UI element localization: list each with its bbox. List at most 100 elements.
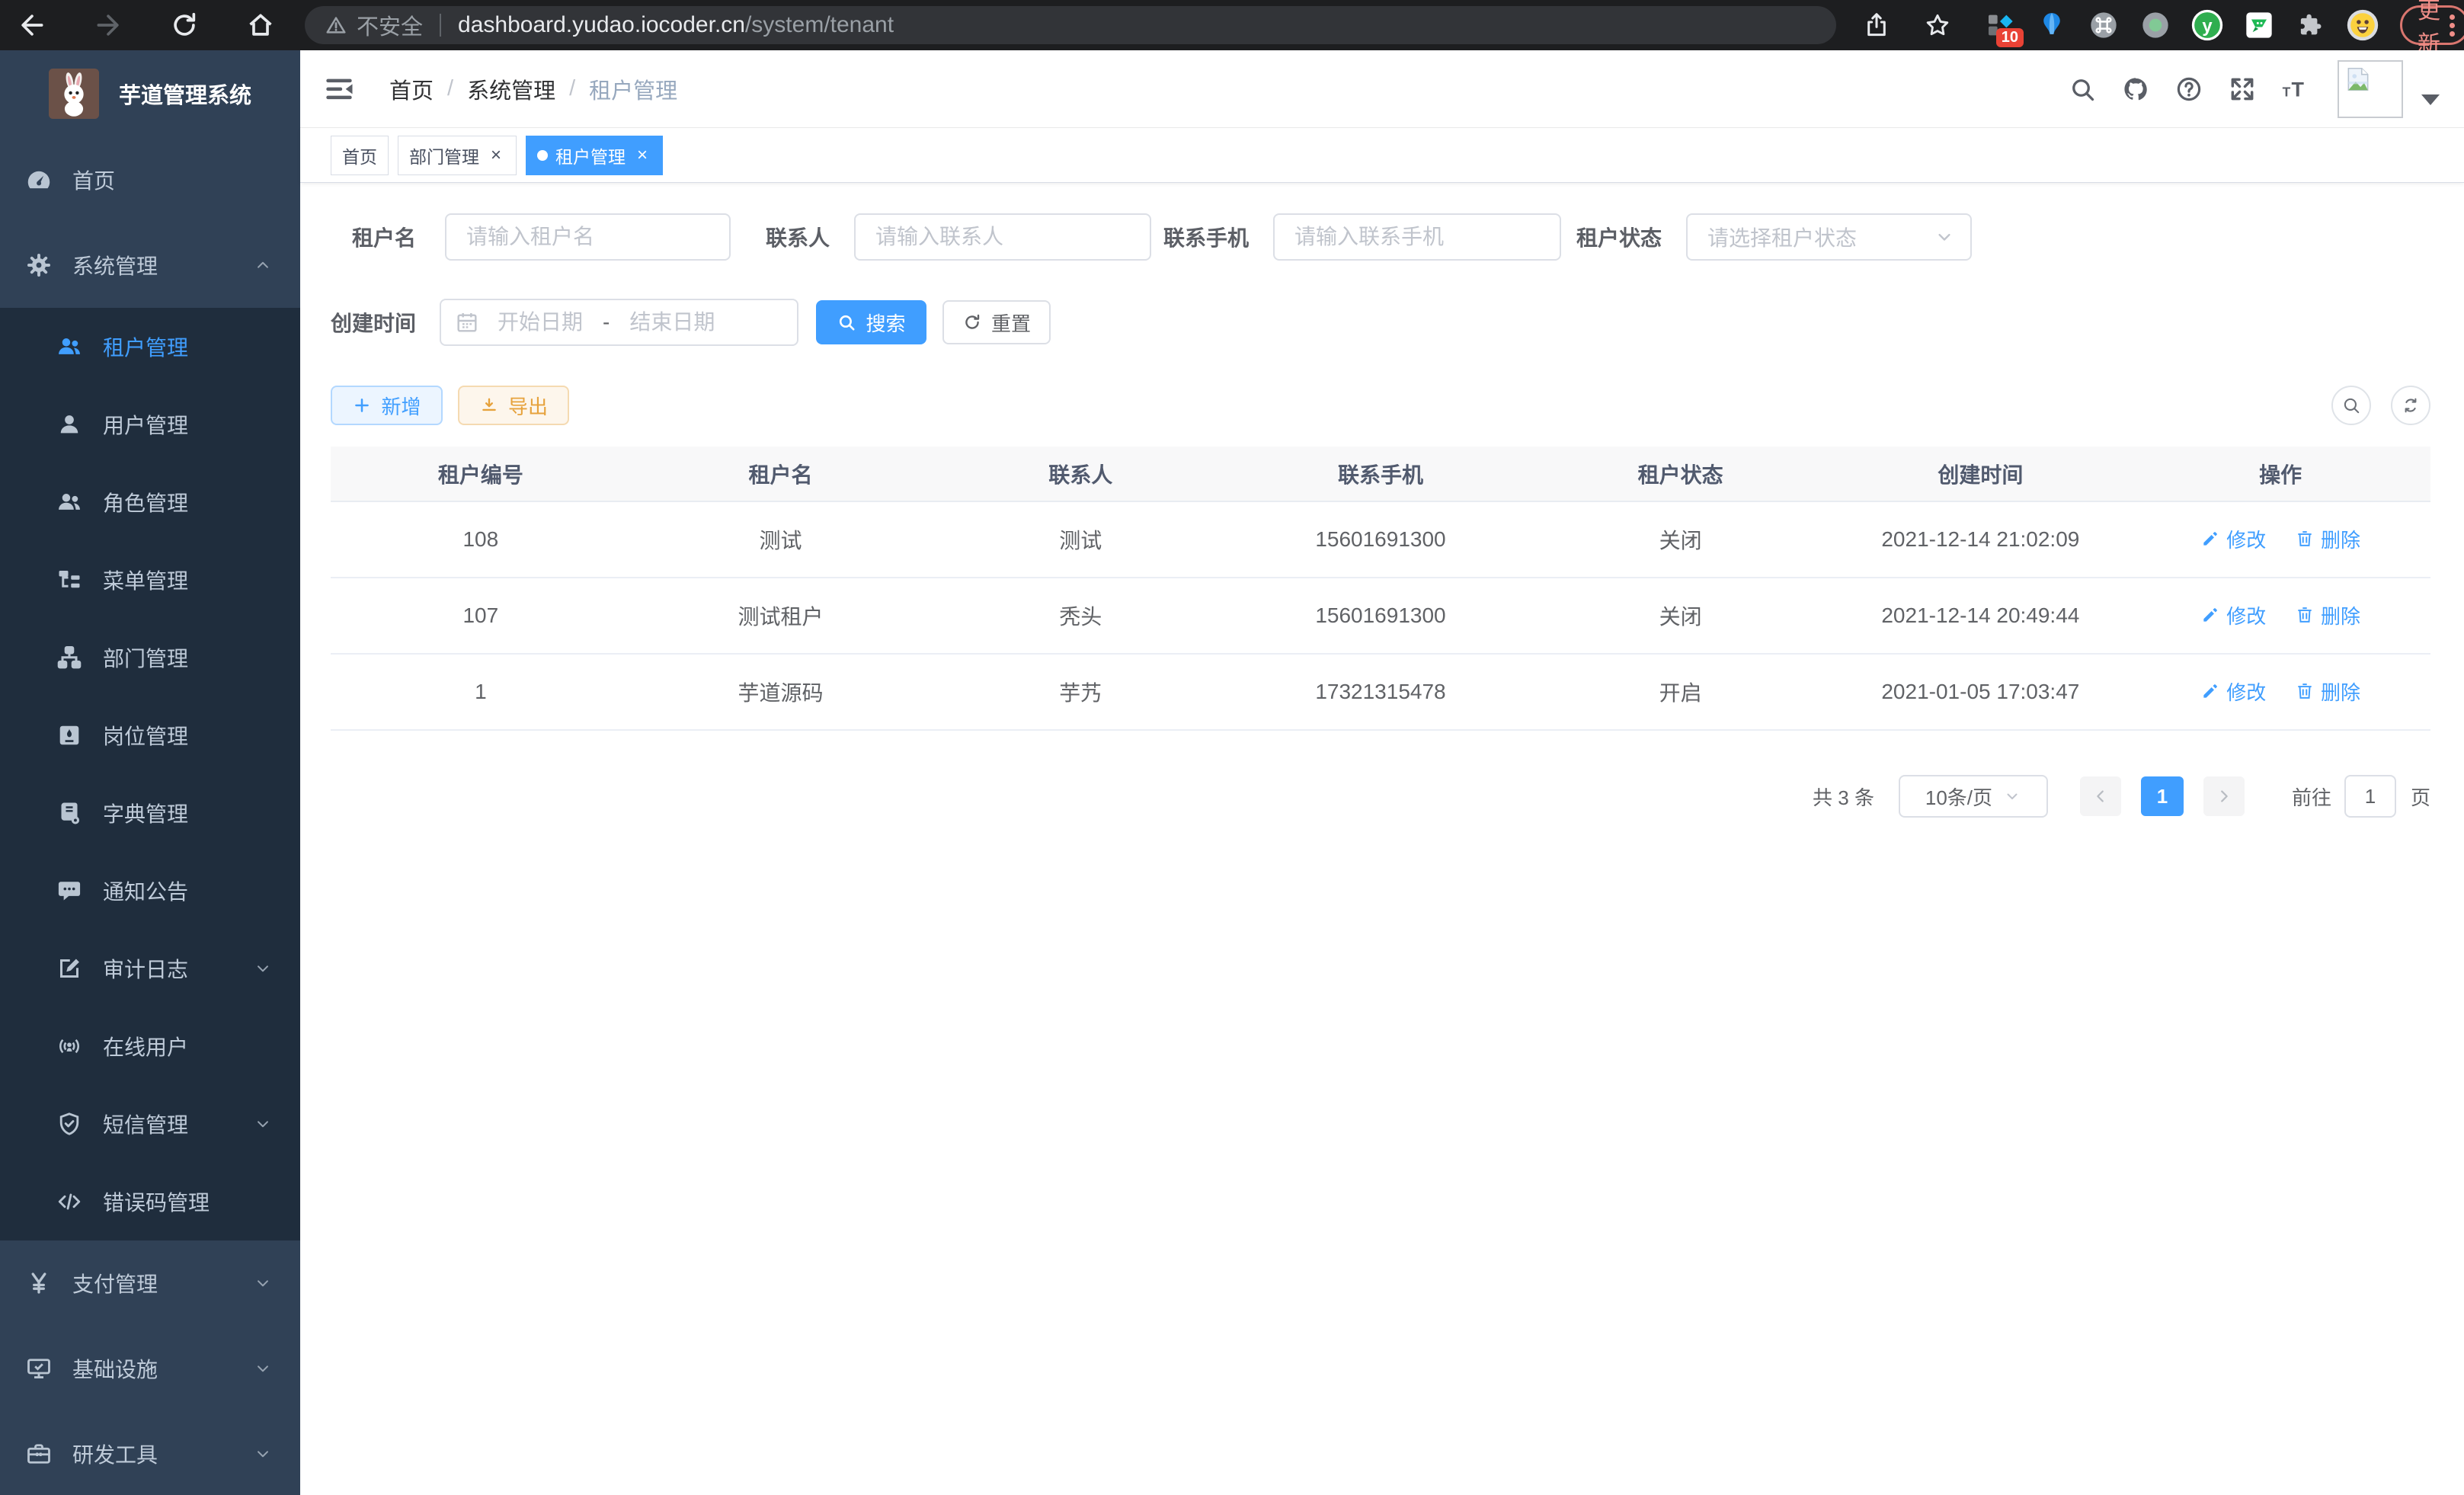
browser-home-icon[interactable] (244, 8, 277, 42)
breadcrumb-section[interactable]: 系统管理 (467, 73, 555, 105)
contact-input[interactable] (854, 213, 1151, 261)
sidebar-item-label: 字典管理 (103, 798, 188, 828)
sidebar-item-payment[interactable]: 支付管理 (0, 1240, 300, 1326)
svg-text:T: T (2291, 78, 2304, 101)
edit-log-icon (56, 955, 83, 982)
goto-label: 前往 (2292, 783, 2331, 811)
tab-home[interactable]: 首页 (331, 136, 389, 175)
sidebar-item-post[interactable]: 岗位管理 (0, 696, 300, 774)
search-button[interactable]: 搜索 (816, 300, 926, 344)
browser-back-icon[interactable] (15, 8, 49, 42)
edit-link[interactable]: 修改 (2200, 601, 2266, 629)
delete-link[interactable]: 删除 (2295, 677, 2360, 706)
extension-chat-icon[interactable] (2242, 8, 2277, 43)
delete-link[interactable]: 删除 (2295, 601, 2360, 629)
app-title: 芋道管理系统 (119, 78, 251, 110)
sidebar-item-error-code[interactable]: 错误码管理 (0, 1163, 300, 1240)
sidebar-item-dept[interactable]: 部门管理 (0, 619, 300, 696)
create-time-range-picker[interactable]: - (440, 299, 798, 346)
toggle-search-icon[interactable] (2331, 386, 2371, 425)
col-created: 创建时间 (1831, 447, 2131, 501)
sidebar-item-menu[interactable]: 菜单管理 (0, 541, 300, 619)
chevron-down-icon (2003, 787, 2021, 805)
export-button[interactable]: 导出 (458, 386, 569, 425)
sidebar-item-label: 基础设施 (72, 1353, 158, 1384)
browser-forward-icon[interactable] (91, 8, 125, 42)
user-avatar[interactable] (2338, 60, 2403, 118)
navbar: 首页 / 系统管理 / 租户管理 TT (300, 50, 2464, 128)
page-size-select[interactable]: 10条/页 (1899, 775, 2048, 818)
browser-actions: 10 y 更新 (1859, 5, 2464, 45)
font-size-icon[interactable]: TT (2281, 75, 2310, 104)
chevron-down-icon (253, 1444, 273, 1464)
chevron-right-icon (2216, 788, 2232, 805)
add-button[interactable]: 新增 (331, 386, 443, 425)
goto-page-input[interactable] (2344, 775, 2396, 818)
breadcrumb-home[interactable]: 首页 (389, 73, 434, 105)
table-row: 107 测试租户 秃头 15601691300 关闭 2021-12-14 20… (331, 578, 2430, 654)
filter-form-row-1: 租户名 联系人 联系手机 租户状态 请选择租户状态 (331, 213, 2430, 261)
address-bar[interactable]: 不安全 dashboard.yudao.iocoder.cn /system/t… (305, 6, 1836, 44)
status-label: 租户状态 (1576, 222, 1662, 252)
sidebar-item-notice[interactable]: 通知公告 (0, 852, 300, 930)
sidebar-item-label: 短信管理 (103, 1109, 188, 1139)
sidebar-item-home[interactable]: 首页 (0, 137, 300, 222)
mobile-input[interactable] (1273, 213, 1561, 261)
breadcrumb-current: 租户管理 (589, 73, 677, 105)
fullscreen-icon[interactable] (2228, 75, 2257, 104)
sidebar-item-user[interactable]: 用户管理 (0, 386, 300, 463)
sidebar-logo-row[interactable]: 芋道管理系统 (0, 50, 300, 137)
sidebar-item-label: 用户管理 (103, 409, 188, 440)
status-select[interactable]: 请选择租户状态 (1686, 213, 1972, 261)
tab-close-icon[interactable] (633, 145, 651, 166)
page-1-button[interactable]: 1 (2141, 776, 2184, 816)
share-icon[interactable] (1859, 8, 1894, 43)
github-icon[interactable] (2121, 75, 2150, 104)
profile-avatar-icon[interactable] (2345, 8, 2380, 43)
extension-command-icon[interactable] (2086, 8, 2121, 43)
sidebar-item-sms[interactable]: 短信管理 (0, 1085, 300, 1163)
next-page-button[interactable] (2203, 776, 2245, 816)
sidebar-item-system[interactable]: 系统管理 (0, 222, 300, 308)
extension-record-icon[interactable] (2138, 8, 2173, 43)
start-date-input[interactable] (479, 310, 601, 335)
refresh-table-icon[interactable] (2391, 386, 2430, 425)
bookmark-star-icon[interactable] (1920, 8, 1955, 43)
security-label[interactable]: 不安全 (357, 9, 423, 41)
tab-tenant[interactable]: 租户管理 (526, 136, 663, 175)
pen-icon (2200, 529, 2220, 549)
sidebar-item-tenant[interactable]: 租户管理 (0, 308, 300, 386)
page-content: 租户名 联系人 联系手机 租户状态 请选择租户状态 创建时间 - (300, 183, 2464, 1495)
browser-reload-icon[interactable] (168, 8, 201, 42)
header-search-icon[interactable] (2068, 75, 2097, 104)
sidebar-item-dict[interactable]: 字典管理 (0, 774, 300, 852)
sidebar-toggle-icon[interactable] (324, 74, 354, 104)
edit-link[interactable]: 修改 (2200, 677, 2266, 706)
sidebar-item-infrastructure[interactable]: 基础设施 (0, 1326, 300, 1411)
help-icon[interactable] (2174, 75, 2203, 104)
reset-button[interactable]: 重置 (942, 300, 1051, 344)
extension-y-icon[interactable]: y (2190, 8, 2225, 43)
extensions-puzzle-icon[interactable] (2293, 8, 2328, 43)
tab-dept[interactable]: 部门管理 (398, 136, 517, 175)
chevron-up-icon (253, 255, 273, 275)
extension-balloon-icon[interactable] (2034, 8, 2069, 43)
create-time-label: 创建时间 (331, 307, 416, 338)
pagination-total: 共 3 条 (1813, 783, 1874, 811)
end-date-input[interactable] (611, 310, 733, 335)
tenant-name-input[interactable] (445, 213, 731, 261)
delete-link[interactable]: 删除 (2295, 525, 2360, 553)
sidebar-item-role[interactable]: 角色管理 (0, 463, 300, 541)
sidebar-item-online-user[interactable]: 在线用户 (0, 1007, 300, 1085)
avatar-caret-icon[interactable] (2421, 94, 2440, 105)
sidebar-item-dev-tools[interactable]: 研发工具 (0, 1411, 300, 1495)
tab-close-icon[interactable] (487, 145, 505, 166)
browser-menu-kebab-icon[interactable] (2450, 11, 2455, 40)
browser-update-button[interactable]: 更新 (2400, 5, 2464, 45)
dict-book-icon (56, 799, 83, 827)
extension-diamond-icon[interactable]: 10 (1982, 8, 2018, 43)
edit-link[interactable]: 修改 (2200, 525, 2266, 553)
sidebar-item-audit-log[interactable]: 审计日志 (0, 930, 300, 1007)
prev-page-button[interactable] (2080, 776, 2121, 816)
url-path: /system/tenant (745, 12, 894, 38)
